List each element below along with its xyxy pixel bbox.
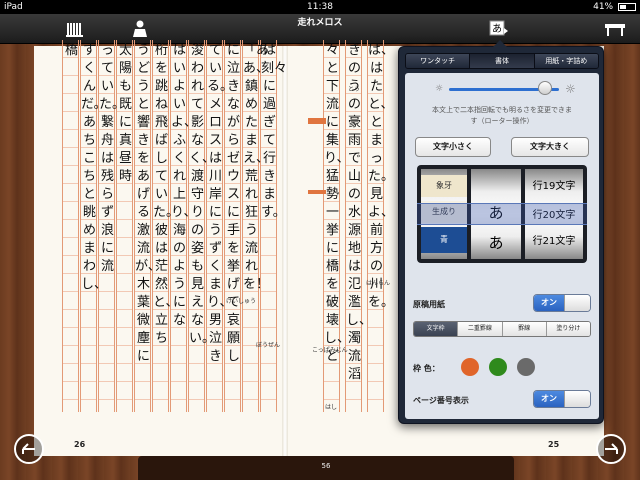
- text-column: っていた。繋舟は残らず浪に流: [98, 40, 126, 412]
- picker-selection-bar: [417, 203, 587, 225]
- frame-color-orange[interactable]: [461, 358, 479, 376]
- ruby-annotation: けいしゅう: [226, 298, 257, 305]
- text-column: 桁を跳ね飛ばしていた。彼は茫然と、立ち: [152, 40, 180, 412]
- popover-arrow: [493, 40, 507, 47]
- person-icon[interactable]: [130, 20, 150, 38]
- ruby-annotation: こっぱみじん: [312, 347, 348, 354]
- text-column: 太陽も既に真昼時: [116, 40, 133, 412]
- toggle-knob: [564, 391, 590, 407]
- ruby-annotation: はし: [325, 404, 338, 411]
- page-number-left: 26: [74, 440, 86, 449]
- brightness-hint: 本文上で二本指回転でも明るさを変更できます（ローター操作）: [432, 106, 572, 125]
- prev-page-button[interactable]: [14, 434, 44, 464]
- battery-icon: [618, 2, 636, 11]
- text-column: ている。メロスは川岸にうずくまり、男泣き: [206, 40, 234, 412]
- status-bar: iPad 11:38 41%: [0, 0, 640, 14]
- text-column: 橋: [62, 40, 79, 412]
- column-text: すくんだ。あちこちと眺めまわし、: [81, 43, 108, 292]
- column-text: 橋: [64, 43, 78, 58]
- page-number-right: 25: [548, 440, 560, 449]
- text-column: 々と下流に集り、猛勢一挙に橋を破壊し、ど: [323, 40, 351, 412]
- page-slider[interactable]: 56: [138, 456, 514, 480]
- brightness-low-icon: ☼: [435, 84, 444, 94]
- battery-percent: 41%: [593, 2, 614, 12]
- chars-per-line-option[interactable]: 行19文字: [525, 179, 583, 195]
- style-char-frame[interactable]: 文字枠: [414, 322, 459, 336]
- center-bookmark: [308, 190, 326, 194]
- font-settings-popover: ワンタッチ 書体 用紙・字詰め ☼ ☼ 本文上で二本指回転でも明るさを変更できま…: [398, 40, 604, 424]
- column-text: は、はたと、とまった。見よ、前方の川を。: [368, 43, 395, 310]
- column-text: はいよいよ、ふくれ上り、海のようにな: [171, 43, 198, 328]
- manuscript-style-segment: 文字枠 二重罫線 罫線 塗り分け: [413, 321, 591, 337]
- column-text: 浚われて影なく、渡守りの姿も見えない。: [189, 43, 216, 346]
- clock: 11:38: [307, 2, 333, 12]
- color-option-blue[interactable]: 青: [421, 227, 467, 253]
- text-column: うどうと響きをあげる激流が、木葉微塵に: [134, 40, 161, 412]
- text-column: は、はたと、とまった。見よ、前方の川を。: [367, 40, 395, 412]
- column-text: 太陽も既に真昼時: [118, 43, 132, 184]
- display-picker[interactable]: 象牙 生成り 青 あ あ 行19文字 行20文字 行21文字: [417, 165, 587, 263]
- typeface-option[interactable]: あ: [471, 231, 521, 255]
- ruby-annotation: とう: [348, 86, 361, 93]
- text-column: きのうの豪雨で山の水源地は氾濫し、濁流滔: [345, 40, 372, 412]
- ruby-annotation: はんらん: [366, 280, 391, 287]
- manuscript-paper-label: 原稿用紙: [413, 300, 445, 309]
- toggle-on-label: オン: [534, 295, 564, 311]
- right-page-text: は、はたと、とまった。見よ、前方の川を。 きのうの豪雨で山の水源地は氾濫し、濁流…: [305, 40, 395, 412]
- page-number-toggle[interactable]: オン: [533, 390, 591, 408]
- tab-typeface[interactable]: 書体: [470, 54, 535, 68]
- column-text: うどうと響きをあげる激流が、木葉微塵に: [135, 43, 161, 364]
- text-column: すくんだ。あちこちと眺めまわし、: [80, 40, 108, 412]
- brightness-slider-thumb[interactable]: [538, 81, 552, 95]
- frame-color-green[interactable]: [489, 358, 507, 376]
- toggle-knob: [564, 295, 590, 311]
- arrow-right-icon: [605, 443, 618, 454]
- column-text: っていた。繋舟は残らず浪に流: [99, 43, 126, 274]
- book-title: 走れメロス: [297, 18, 343, 28]
- color-option-ivory[interactable]: 象牙: [421, 175, 467, 197]
- frame-color-gray[interactable]: [517, 358, 535, 376]
- brightness-row: ☼ ☼: [405, 81, 599, 97]
- style-rule[interactable]: 罫線: [502, 322, 547, 336]
- text-column: は刻々に過ぎて行きます。: [260, 40, 287, 412]
- column-text: 々と下流に集り、猛勢一挙に橋を破壊し、ど: [324, 43, 351, 364]
- text-column: 浚われて影なく、渡守りの姿も見えない。: [188, 40, 216, 412]
- settings-tabs: ワンタッチ 書体 用紙・字詰め: [405, 53, 599, 69]
- font-icon-glyph: あ: [492, 23, 502, 35]
- ruby-annotation: ぼうぜん: [256, 342, 281, 349]
- center-bookmark: [308, 118, 326, 124]
- font-larger-button[interactable]: 文字大きく: [511, 137, 589, 157]
- page-number-display-label: ページ番号表示: [413, 396, 469, 405]
- arrow-left-icon: [22, 443, 35, 454]
- bookshelf-icon[interactable]: [66, 20, 86, 38]
- style-double-rule[interactable]: 二重罫線: [458, 322, 503, 336]
- style-fill[interactable]: 塗り分け: [546, 322, 590, 336]
- page-indicator: 56: [321, 462, 331, 470]
- font-settings-icon[interactable]: あ: [488, 20, 508, 38]
- column-text: 桁を跳ね飛ばしていた。彼は茫然と、立ち: [153, 43, 180, 346]
- frame-color-label: 枠 色：: [413, 364, 440, 373]
- manuscript-paper-toggle[interactable]: オン: [533, 294, 591, 312]
- text-column: はいよいよ、ふくれ上り、海のようにな: [170, 40, 198, 412]
- table-icon[interactable]: [604, 20, 625, 38]
- text-column: 「ああ、鎮めたまえ、荒れ狂う流れを！: [242, 40, 270, 412]
- text-column: に泣きながらゼウスに手を挙げて哀願し: [224, 40, 241, 412]
- column-text: 「ああ、鎮めたまえ、荒れ狂う流れを！: [243, 43, 270, 292]
- tab-one-touch[interactable]: ワンタッチ: [406, 54, 471, 68]
- settings-panel: ☼ ☼ 本文上で二本指回転でも明るさを変更できます（ローター操作） 文字小さく …: [405, 73, 599, 419]
- column-text: ている。メロスは川岸にうずくまり、男泣き: [207, 43, 234, 364]
- battery-indicator: 41%: [593, 0, 636, 14]
- chars-per-line-option[interactable]: 行21文字: [525, 233, 583, 251]
- next-page-button[interactable]: [596, 434, 626, 464]
- toggle-on-label: オン: [534, 391, 564, 407]
- font-smaller-button[interactable]: 文字小さく: [415, 137, 491, 157]
- tab-paper-layout[interactable]: 用紙・字詰め: [534, 54, 598, 68]
- left-page-text: は刻々に過ぎて行きます。 「ああ、鎮めたまえ、荒れ狂う流れを！ に泣きながらゼウ…: [62, 40, 287, 412]
- brightness-high-icon: ☼: [565, 82, 576, 96]
